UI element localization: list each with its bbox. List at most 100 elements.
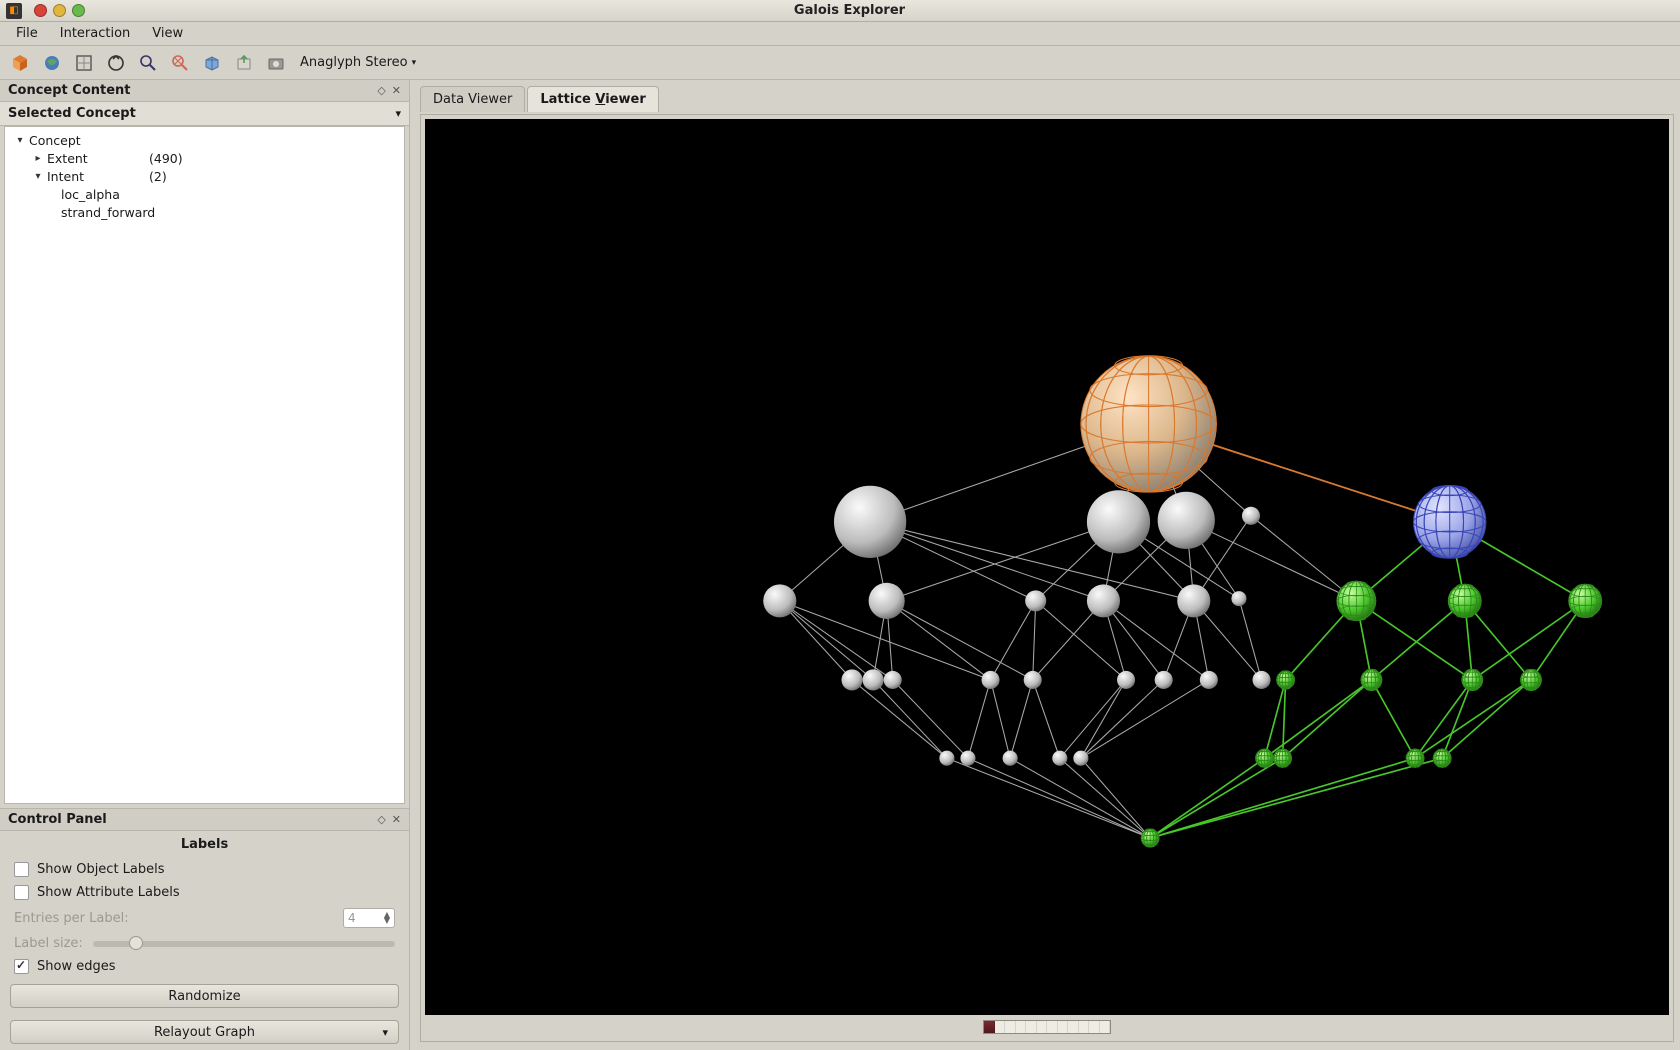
lattice-node[interactable] bbox=[1200, 671, 1218, 689]
tree-node-extent[interactable]: Extent bbox=[47, 151, 88, 166]
lattice-node[interactable] bbox=[884, 671, 902, 689]
chevron-down-icon: ▾ bbox=[395, 107, 401, 120]
entries-value: 4 bbox=[348, 911, 356, 925]
lattice-node[interactable] bbox=[1158, 492, 1215, 549]
tab-lattice-viewer[interactable]: Lattice Viewer bbox=[527, 86, 658, 112]
lattice-node[interactable] bbox=[834, 486, 906, 558]
lattice-node[interactable] bbox=[1242, 507, 1260, 525]
menu-view[interactable]: View bbox=[142, 23, 193, 44]
toolbar-snapshot-icon[interactable] bbox=[264, 51, 288, 75]
window-controls bbox=[34, 4, 85, 17]
toolbar-zoom-icon[interactable] bbox=[136, 51, 160, 75]
tree-leaf-strand-forward[interactable]: strand_forward bbox=[61, 205, 155, 220]
selected-concept-dropdown[interactable]: Selected Concept ▾ bbox=[0, 102, 409, 126]
control-panel-header: Control Panel ◇ ✕ bbox=[0, 809, 409, 831]
show-edges-label: Show edges bbox=[37, 959, 115, 974]
viewport-frame bbox=[420, 114, 1674, 1042]
concept-content-panel: Concept Content ◇ ✕ Selected Concept ▾ ▾… bbox=[0, 80, 409, 808]
lattice-node[interactable] bbox=[1024, 671, 1042, 689]
minimize-window-button[interactable] bbox=[53, 4, 66, 17]
randomize-label: Randomize bbox=[168, 989, 240, 1004]
toolbar-globe-icon[interactable] bbox=[40, 51, 64, 75]
toolbar-refresh-icon[interactable] bbox=[104, 51, 128, 75]
toolbar-lattice-icon[interactable] bbox=[72, 51, 96, 75]
titlebar: ◧ Galois Explorer bbox=[0, 0, 1680, 22]
concept-content-header: Concept Content ◇ ✕ bbox=[0, 80, 409, 102]
labels-section-title: Labels bbox=[0, 831, 409, 858]
viewer-area: Data Viewer Lattice Viewer bbox=[410, 80, 1680, 1050]
lattice-node[interactable] bbox=[1087, 490, 1150, 553]
lattice-node[interactable] bbox=[1025, 590, 1046, 611]
tree-intent-count: (2) bbox=[149, 169, 167, 184]
toolbar-open-icon[interactable] bbox=[8, 51, 32, 75]
chevron-down-icon: ▾ bbox=[412, 58, 417, 68]
panel-detach-icon[interactable]: ◇ bbox=[377, 813, 385, 826]
entries-per-label-spinner[interactable]: 4 ▲▼ bbox=[343, 908, 395, 928]
lattice-node[interactable] bbox=[1003, 751, 1018, 766]
lattice-node[interactable] bbox=[1052, 751, 1067, 766]
concept-tree[interactable]: ▾ Concept ▸ Extent (490) ▾ Intent (2) lo… bbox=[4, 126, 405, 804]
show-attribute-labels-label: Show Attribute Labels bbox=[37, 885, 180, 900]
spinner-arrows-icon[interactable]: ▲▼ bbox=[384, 912, 390, 924]
menu-interaction[interactable]: Interaction bbox=[50, 23, 141, 44]
tree-leaf-loc-alpha[interactable]: loc_alpha bbox=[61, 187, 120, 202]
tab-data-viewer[interactable]: Data Viewer bbox=[420, 86, 525, 112]
panel-detach-icon[interactable]: ◇ bbox=[377, 84, 385, 97]
relayout-label: Relayout Graph bbox=[154, 1025, 255, 1040]
lattice-node[interactable] bbox=[1087, 584, 1120, 617]
lattice-node[interactable] bbox=[982, 671, 1000, 689]
zoom-window-button[interactable] bbox=[72, 4, 85, 17]
lattice-node[interactable] bbox=[1117, 671, 1135, 689]
tree-expander-icon[interactable]: ▾ bbox=[31, 169, 45, 183]
lattice-node[interactable] bbox=[763, 584, 796, 617]
tree-expander-icon[interactable]: ▾ bbox=[13, 133, 27, 147]
menu-file[interactable]: File bbox=[6, 23, 48, 44]
show-object-labels-label: Show Object Labels bbox=[37, 862, 165, 877]
toolbar-stereo-dropdown[interactable]: Anaglyph Stereo ▾ bbox=[300, 55, 416, 70]
randomize-button[interactable]: Randomize bbox=[10, 984, 399, 1008]
slider-thumb[interactable] bbox=[129, 936, 143, 950]
label-size-text: Label size: bbox=[14, 936, 83, 951]
tree-node-intent[interactable]: Intent bbox=[47, 169, 84, 184]
stereo-label: Anaglyph Stereo bbox=[300, 55, 408, 70]
close-window-button[interactable] bbox=[34, 4, 47, 17]
progress-bar bbox=[983, 1020, 1111, 1034]
control-panel-title: Control Panel bbox=[8, 812, 107, 827]
lattice-node[interactable] bbox=[842, 669, 863, 690]
entries-per-label-text: Entries per Label: bbox=[14, 911, 129, 926]
tree-expander-icon[interactable]: ▸ bbox=[31, 151, 45, 165]
control-panel: Control Panel ◇ ✕ Labels Show Object Lab… bbox=[0, 808, 409, 1050]
window-title: Galois Explorer bbox=[85, 3, 1614, 18]
sidebar: Concept Content ◇ ✕ Selected Concept ▾ ▾… bbox=[0, 80, 410, 1050]
label-size-row: Label size: bbox=[0, 932, 409, 955]
lattice-viewport[interactable] bbox=[425, 119, 1669, 1015]
show-object-labels-checkbox[interactable]: Show Object Labels bbox=[0, 858, 409, 881]
lattice-node[interactable] bbox=[1177, 584, 1210, 617]
panel-close-icon[interactable]: ✕ bbox=[392, 813, 401, 826]
chevron-down-icon: ▾ bbox=[382, 1026, 388, 1039]
lattice-node[interactable] bbox=[863, 669, 884, 690]
progress-area bbox=[425, 1017, 1669, 1037]
lattice-node[interactable] bbox=[1073, 751, 1088, 766]
show-edges-checkbox[interactable]: Show edges bbox=[0, 955, 409, 978]
lattice-node[interactable] bbox=[1231, 591, 1246, 606]
lattice-node[interactable] bbox=[939, 751, 954, 766]
selected-concept-label: Selected Concept bbox=[8, 106, 136, 121]
concept-content-title: Concept Content bbox=[8, 83, 131, 98]
label-size-slider[interactable] bbox=[93, 941, 395, 947]
lattice-node[interactable] bbox=[1155, 671, 1173, 689]
toolbar-zoom-reset-icon[interactable] bbox=[168, 51, 192, 75]
lattice-node[interactable] bbox=[869, 583, 905, 619]
lattice-node[interactable] bbox=[1252, 671, 1270, 689]
toolbar-export-icon[interactable] bbox=[232, 51, 256, 75]
show-attribute-labels-checkbox[interactable]: Show Attribute Labels bbox=[0, 881, 409, 904]
menubar: File Interaction View bbox=[0, 22, 1680, 46]
toolbar: Anaglyph Stereo ▾ bbox=[0, 46, 1680, 80]
relayout-graph-button[interactable]: Relayout Graph ▾ bbox=[10, 1020, 399, 1044]
lattice-node[interactable] bbox=[960, 751, 975, 766]
tree-node-concept[interactable]: Concept bbox=[29, 133, 81, 148]
tree-extent-count: (490) bbox=[149, 151, 183, 166]
toolbar-cube-icon[interactable] bbox=[200, 51, 224, 75]
panel-close-icon[interactable]: ✕ bbox=[392, 84, 401, 97]
app-icon: ◧ bbox=[6, 3, 22, 19]
